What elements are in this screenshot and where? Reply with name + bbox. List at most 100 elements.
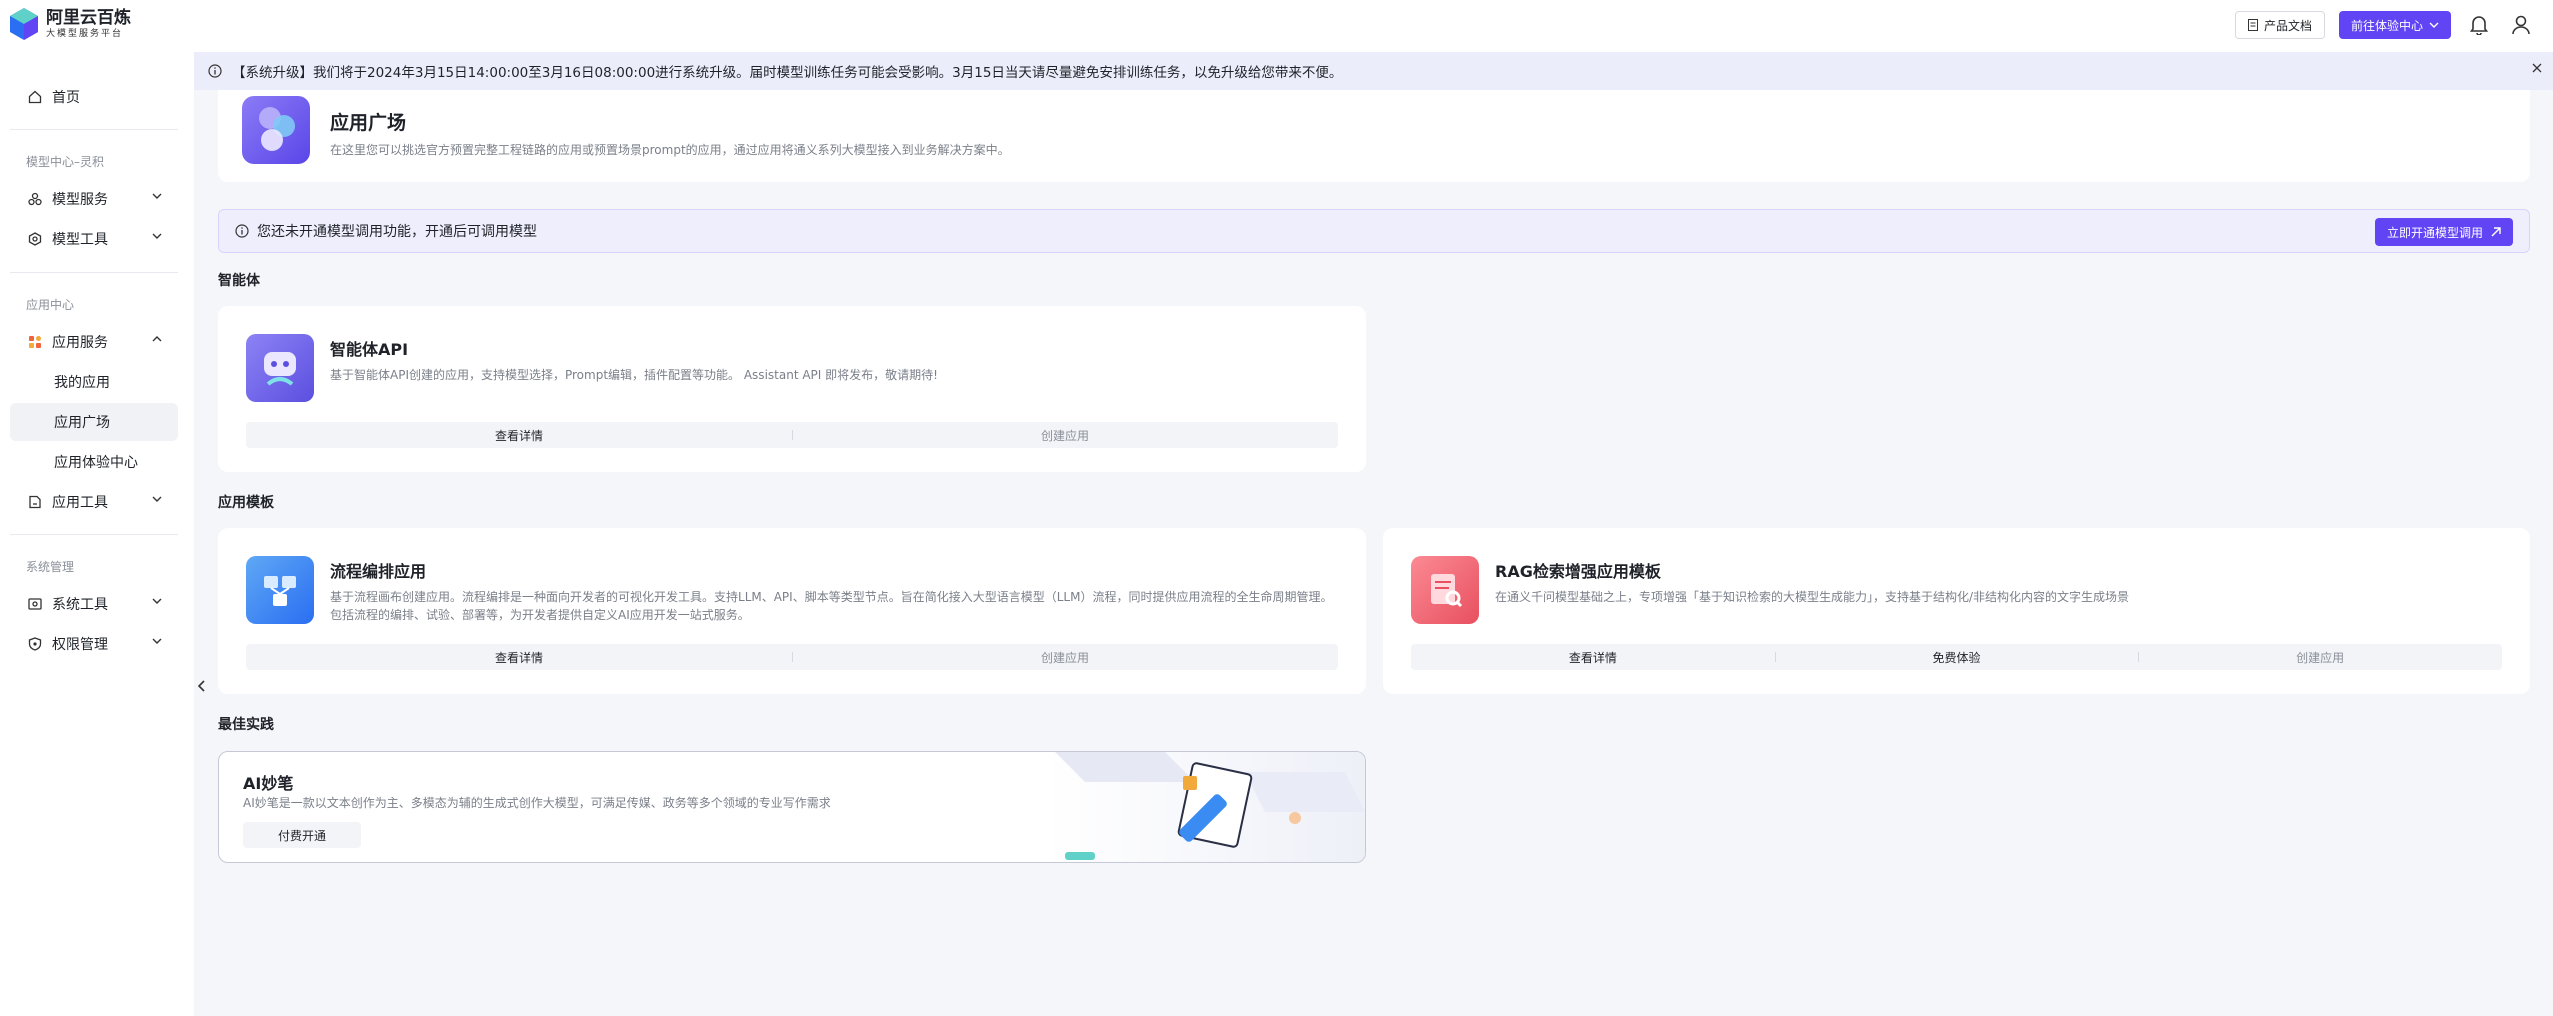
view-details-button[interactable]: 查看详情 xyxy=(246,422,792,448)
experience-center-label: 前往体验中心 xyxy=(2350,18,2423,33)
group-label-model: 模型中心–灵积 xyxy=(26,155,105,169)
chevron-up-icon xyxy=(152,336,162,342)
card-flow-app: 流程编排应用 基于流程画布创建应用。流程编排是一种面向开发者的可视化开发工具。支… xyxy=(218,528,1366,694)
card-agent-api: 智能体API 基于智能体API创建的应用，支持模型选择，Prompt编辑，插件配… xyxy=(218,306,1366,472)
card-description-line: 包括流程的编排、试验、部署等，为开发者提供自定义AI应用开发一站式服务。 xyxy=(330,608,750,622)
bell-icon xyxy=(2470,16,2488,35)
logo[interactable]: 阿里云百炼 大模型服务平台 xyxy=(10,8,131,40)
card-actions: 查看详情 创建应用 xyxy=(246,644,1338,670)
section-title-templates: 应用模板 xyxy=(218,495,274,511)
system-upgrade-banner: 【系统升级】我们将于2024年3月15日14:00:00至3月16日08:00:… xyxy=(194,52,2553,90)
sidebar-item-label: 首页 xyxy=(52,90,80,106)
chevron-down-icon xyxy=(152,496,162,502)
card-actions: 查看详情 免费体验 创建应用 xyxy=(1411,644,2502,670)
sidebar-item-model-tools[interactable]: 模型工具 xyxy=(10,220,178,258)
model-service-icon xyxy=(28,192,42,206)
flow-icon xyxy=(246,556,314,624)
divider xyxy=(10,129,178,130)
group-label-app: 应用中心 xyxy=(26,298,75,312)
sidebar-item-app-tools[interactable]: 应用工具 xyxy=(10,483,178,521)
sidebar-item-label: 应用服务 xyxy=(52,335,108,351)
system-tools-icon xyxy=(28,598,42,610)
chevron-left-icon xyxy=(198,680,205,692)
chevron-down-icon xyxy=(152,193,162,199)
user-button[interactable] xyxy=(2507,11,2535,39)
sidebar: 首页 模型中心–灵积 模型服务 模型工具 应用中心 应用服务 我的应用 应用广场… xyxy=(0,52,194,1016)
sidebar-item-my-apps[interactable]: 我的应用 xyxy=(10,363,178,401)
card-description: 基于智能体API创建的应用，支持模型选择，Prompt编辑，插件配置等功能。 A… xyxy=(330,368,938,382)
page-header: 应用广场 在这里您可以挑选官方预置完整工程链路的应用或预置场景prompt的应用… xyxy=(218,90,2530,182)
paid-activation-button[interactable]: 付费开通 xyxy=(243,822,361,848)
card-title: 智能体API xyxy=(330,340,409,359)
docs-button[interactable]: 产品文档 xyxy=(2234,11,2325,39)
create-app-button[interactable]: 创建应用 xyxy=(792,644,1338,670)
card-description: 基于流程画布创建应用。流程编排是一种面向开发者的可视化开发工具。支持LLM、AP… xyxy=(330,588,1332,624)
pen-illustration xyxy=(1045,752,1365,862)
app-service-icon xyxy=(29,336,41,348)
card-rag-template: RAG检索增强应用模板 在通义千问模型基础之上，专项增强「基于知识检索的大模型生… xyxy=(1383,528,2530,694)
notification-button[interactable] xyxy=(2465,11,2493,39)
sidebar-item-permission[interactable]: 权限管理 xyxy=(10,625,178,663)
sidebar-item-model-service[interactable]: 模型服务 xyxy=(10,180,178,218)
section-title-agent: 智能体 xyxy=(218,273,260,289)
experience-center-button[interactable]: 前往体验中心 xyxy=(2338,11,2451,39)
sidebar-item-label: 我的应用 xyxy=(54,375,110,391)
sidebar-item-system-tools[interactable]: 系统工具 xyxy=(10,585,178,623)
arrow-up-right-icon xyxy=(2491,227,2501,237)
sidebar-item-label: 权限管理 xyxy=(52,637,108,653)
logo-icon xyxy=(10,8,38,40)
shield-icon xyxy=(28,637,42,651)
activation-notice: 您还未开通模型调用功能，开通后可调用模型 立即开通模型调用 xyxy=(218,209,2530,253)
docs-button-label: 产品文档 xyxy=(2263,18,2312,33)
app-square-icon xyxy=(242,96,310,164)
brand-subtitle: 大模型服务平台 xyxy=(46,29,124,39)
app-tools-icon xyxy=(29,495,41,509)
brand-title: 阿里云百炼 xyxy=(46,8,131,28)
sidebar-item-label: 应用广场 xyxy=(54,415,110,431)
banner-text: 【系统升级】我们将于2024年3月15日14:00:00至3月16日08:00:… xyxy=(232,65,1343,81)
sidebar-item-label: 模型服务 xyxy=(52,192,108,208)
home-icon xyxy=(28,90,42,104)
sidebar-item-label: 模型工具 xyxy=(52,232,108,248)
rag-icon xyxy=(1411,556,1479,624)
sidebar-item-app-service[interactable]: 应用服务 xyxy=(10,323,178,361)
activate-model-button[interactable]: 立即开通模型调用 xyxy=(2374,218,2513,246)
free-trial-button[interactable]: 免费体验 xyxy=(1774,644,2139,670)
robot-icon xyxy=(246,334,314,402)
document-icon xyxy=(2247,19,2258,31)
card-description: AI妙笔是一款以文本创作为主、多模态为辅的生成式创作大模型，可满足传媒、政务等多… xyxy=(243,796,831,810)
model-tools-icon xyxy=(28,232,42,246)
divider xyxy=(10,534,178,535)
close-icon[interactable] xyxy=(2531,62,2543,74)
page-description: 在这里您可以挑选官方预置完整工程链路的应用或预置场景prompt的应用，通过应用… xyxy=(330,143,1010,157)
chevron-down-icon xyxy=(152,233,162,239)
chevron-down-icon xyxy=(2429,22,2439,28)
group-label-system: 系统管理 xyxy=(26,560,75,574)
create-app-button[interactable]: 创建应用 xyxy=(2138,644,2502,670)
card-title: AI妙笔 xyxy=(243,774,294,793)
activate-model-label: 立即开通模型调用 xyxy=(2386,225,2483,240)
info-icon xyxy=(235,224,249,238)
sidebar-item-app-square[interactable]: 应用广场 xyxy=(10,403,178,441)
card-ai-writer[interactable]: AI妙笔 AI妙笔是一款以文本创作为主、多模态为辅的生成式创作大模型，可满足传媒… xyxy=(218,751,1366,863)
sidebar-item-label: 应用工具 xyxy=(52,495,108,511)
sidebar-item-home[interactable]: 首页 xyxy=(10,78,178,116)
page-title: 应用广场 xyxy=(330,112,407,134)
chevron-down-icon xyxy=(152,598,162,604)
card-actions: 查看详情 创建应用 xyxy=(246,422,1338,448)
notice-text: 您还未开通模型调用功能，开通后可调用模型 xyxy=(257,224,537,240)
create-app-button[interactable]: 创建应用 xyxy=(792,422,1338,448)
view-details-button[interactable]: 查看详情 xyxy=(1411,644,1775,670)
divider xyxy=(10,272,178,273)
sidebar-collapse-button[interactable] xyxy=(194,676,210,696)
top-bar: 阿里云百炼 大模型服务平台 产品文档 前往体验中心 xyxy=(0,0,2553,52)
sidebar-item-label: 系统工具 xyxy=(52,597,108,613)
chevron-down-icon xyxy=(152,638,162,644)
user-icon xyxy=(2512,15,2530,35)
card-description-line: 基于流程画布创建应用。流程编排是一种面向开发者的可视化开发工具。支持LLM、AP… xyxy=(330,590,1333,604)
sidebar-item-app-experience[interactable]: 应用体验中心 xyxy=(10,443,178,481)
section-title-best-practice: 最佳实践 xyxy=(218,717,274,733)
card-description: 在通义千问模型基础之上，专项增强「基于知识检索的大模型生成能力」，支持基于结构化… xyxy=(1495,590,2130,604)
view-details-button[interactable]: 查看详情 xyxy=(246,644,792,670)
card-title: RAG检索增强应用模板 xyxy=(1495,562,1661,581)
